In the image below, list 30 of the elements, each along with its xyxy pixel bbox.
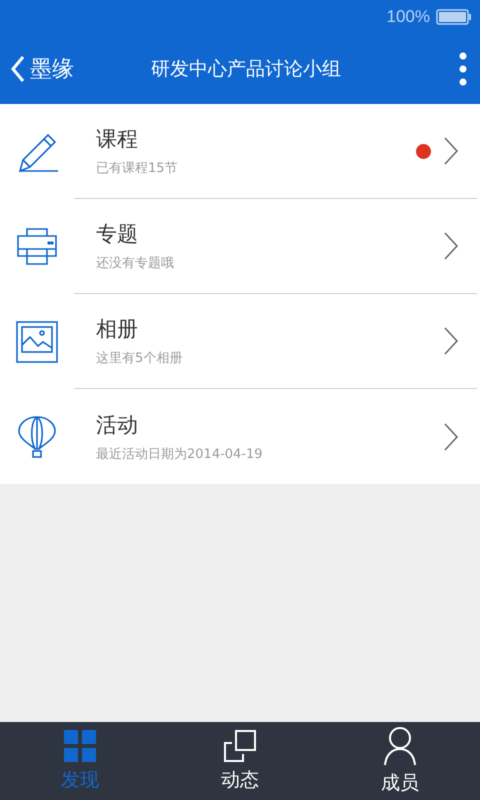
item-subtitle: 已有课程15节 [96, 160, 179, 177]
list-item[interactable]: 活动 最近活动日期为2014-04-19 [0, 389, 480, 484]
battery-icon [436, 9, 472, 25]
person-icon [383, 726, 417, 766]
item-subtitle: 这里有5个相册 [96, 350, 184, 367]
back-button[interactable]: 墨缘 [10, 54, 74, 84]
picture-icon [16, 320, 58, 362]
printer-icon [15, 226, 59, 266]
grid-icon [63, 729, 97, 763]
chevron-right-icon [443, 232, 459, 260]
overlapping-squares-icon [223, 729, 257, 763]
balloon-icon [17, 414, 57, 458]
list-item[interactable]: 课程 已有课程15节 [0, 104, 480, 199]
list-item[interactable]: 相册 这里有5个相册 [0, 294, 480, 389]
chevron-right-icon [443, 327, 459, 355]
more-menu-icon[interactable] [458, 52, 468, 86]
nav-tab[interactable]: 成员 [320, 722, 480, 800]
nav-tab[interactable]: 动态 [160, 722, 320, 800]
item-title: 活动 [96, 412, 139, 438]
back-chevron-icon [10, 55, 26, 83]
item-title: 相册 [96, 316, 139, 343]
item-subtitle: 还没有专题哦 [96, 255, 175, 272]
chevron-right-icon [443, 137, 459, 165]
page-title: 研发中心产品讨论小组 [150, 57, 342, 82]
list-item[interactable]: 专题 还没有专题哦 [0, 199, 480, 294]
chevron-right-icon [443, 422, 459, 450]
battery-percentage: 100% [386, 7, 430, 27]
item-title: 课程 [96, 126, 139, 153]
item-title: 专题 [96, 221, 139, 248]
item-subtitle: 最近活动日期为2014-04-19 [96, 446, 264, 462]
